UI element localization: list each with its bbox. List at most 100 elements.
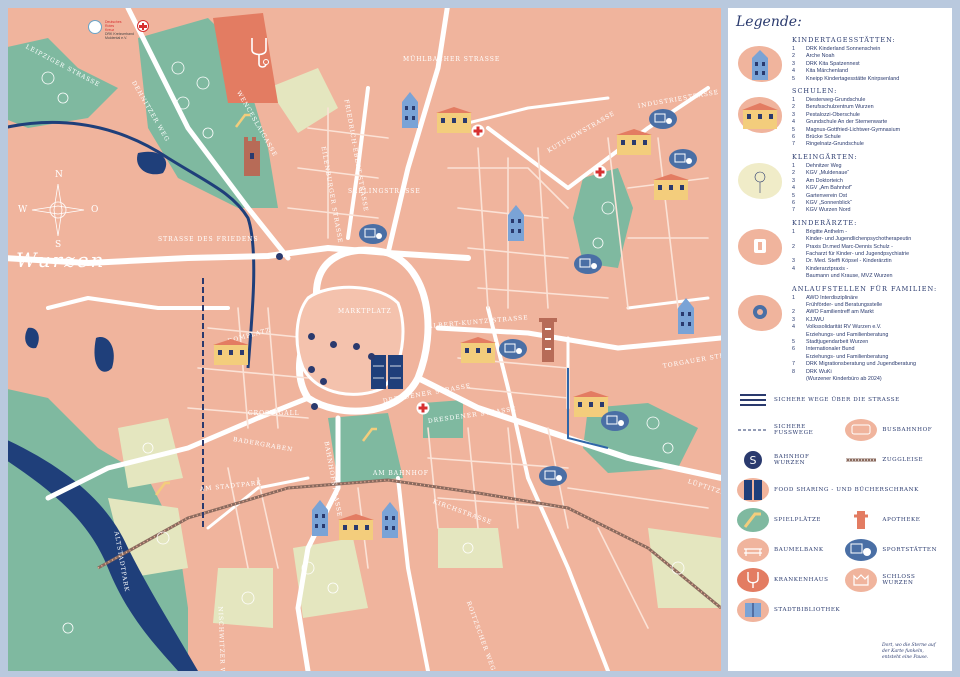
- location-dot[interactable]: [353, 343, 360, 350]
- slide-icon[interactable]: [153, 478, 173, 498]
- garden-area: [438, 528, 503, 568]
- legend-row: 3 KJJWU: [792, 316, 824, 323]
- school-marker[interactable]: [213, 338, 249, 366]
- red-cross-icon[interactable]: [593, 165, 607, 179]
- svg-text:S: S: [750, 454, 757, 467]
- section-heading: Kinderärzte:: [792, 218, 858, 227]
- school-marker[interactable]: [338, 513, 374, 541]
- legend-row: Erziehungs- und Familienberatung: [806, 353, 889, 360]
- slide-icon[interactable]: [233, 110, 253, 130]
- legend-row: 2 Berufsschulzentrum Wurzen: [792, 104, 874, 111]
- kita-marker[interactable]: [400, 90, 420, 130]
- kita-marker[interactable]: [506, 203, 526, 243]
- legend-row: 3 DRK Kita Spatzennest: [792, 60, 860, 67]
- bench-icon: [737, 538, 769, 563]
- legend-row: 4 Volkssolidarität RV Wurzen e.V.: [792, 324, 882, 331]
- section-heading: Kindertagesstätten:: [792, 36, 896, 44]
- pond: [25, 327, 39, 349]
- section-heading: Anlaufstellen für Familien:: [792, 284, 938, 293]
- footpath-icon: [738, 429, 768, 431]
- legend-row: 1 DRK Kinderland Sonnenschein: [792, 46, 881, 52]
- sports-icon: [845, 539, 878, 562]
- legend-symbol: Baumelbank: [736, 537, 840, 563]
- legend-row: Erziehungs- und Familienberatung: [806, 331, 889, 338]
- legend-row: 4 KGV „Am Bahnhof“: [792, 185, 853, 192]
- legend-row: 4 Kita Märchenland: [792, 68, 848, 75]
- legend-row: 8 DRK WuKi: [792, 368, 832, 375]
- red-cross-icon[interactable]: [471, 124, 485, 138]
- kita-legend-icon: [738, 46, 782, 82]
- slide-icon[interactable]: [360, 424, 380, 444]
- legend-symbol: Sportstätten: [844, 537, 944, 563]
- school-marker[interactable]: [436, 106, 472, 134]
- location-dot[interactable]: [320, 378, 327, 385]
- legend-symbol: Sichere Fusswege: [736, 417, 840, 443]
- legend-symbol: Stadtbibliothek: [736, 597, 840, 623]
- legend-row: 2 AWO Familientreff am Markt: [792, 309, 874, 316]
- red-cross-icon[interactable]: [416, 401, 430, 415]
- location-dot[interactable]: [311, 403, 318, 410]
- slide-icon: [737, 508, 769, 533]
- location-dot[interactable]: [276, 253, 283, 260]
- sports-marker[interactable]: [573, 253, 603, 275]
- legend-row: 2 Praxis Dr.med Marc-Dennis Schulz -: [792, 243, 893, 250]
- family-service-legend-icon: [738, 294, 782, 331]
- legend-row: 6 Brücke Schule: [792, 134, 841, 141]
- street-label: Marktplatz: [338, 308, 392, 315]
- kita-marker[interactable]: [380, 500, 400, 540]
- pond: [94, 337, 114, 372]
- kita-marker[interactable]: [310, 498, 330, 538]
- legend-row: 2 KGV „Muldenaue“: [792, 170, 850, 177]
- legend-row: Facharzt für Kinder- und Jugendpsychiatr…: [806, 250, 910, 257]
- location-dot[interactable]: [308, 366, 315, 373]
- castle-icon[interactable]: [240, 133, 264, 177]
- street-label: Mühlbacher Strasse: [403, 56, 501, 63]
- sports-marker[interactable]: [600, 410, 630, 432]
- stethoscope-icon: [737, 568, 769, 593]
- school-marker[interactable]: [653, 173, 689, 201]
- compass-west: W: [18, 205, 28, 215]
- kita-marker[interactable]: [676, 296, 696, 336]
- town-name: Wurzen: [16, 248, 106, 272]
- legend-row: 5 Gartenverein Ost: [792, 192, 848, 199]
- legend-row: 7 Ringelnatz-Grundschule: [792, 141, 864, 148]
- map-canvas: [8, 8, 721, 671]
- legend-row: (Wurzener Kinderbüro ab 2024): [806, 376, 882, 383]
- legend-row: Baumann und Krause, MVZ Wurzen: [806, 273, 893, 280]
- city-map[interactable]: Wurzen N S W O Deutsches Rotes Kreuz DRK…: [8, 8, 721, 671]
- tower-icon[interactable]: [536, 314, 560, 364]
- location-dot[interactable]: [308, 333, 315, 340]
- sports-marker[interactable]: [538, 465, 568, 487]
- bookcase-icon[interactable]: [370, 354, 404, 390]
- legend-row: 5 Kneipp Kindertagesstätte Knirpsenland: [792, 75, 900, 82]
- school-marker[interactable]: [616, 128, 652, 156]
- bookcase-icon: [737, 478, 769, 503]
- legend-symbol: Zuggleise: [844, 447, 944, 473]
- legend-row: 5 Magnus-Gottfried-Lichtwer-Gymnasium: [792, 126, 901, 133]
- family-logo-icon: [88, 20, 102, 34]
- legend-row: 6 Internationaler Bund: [792, 346, 855, 353]
- sports-marker[interactable]: [668, 148, 698, 170]
- legend-row: Frühförder- und Beratungsstelle: [806, 301, 883, 308]
- compass-north: N: [55, 170, 63, 180]
- location-dot[interactable]: [368, 353, 375, 360]
- stethoscope-icon[interactable]: [248, 36, 270, 70]
- garden-area: [648, 528, 721, 608]
- legend-row: 3 Dr. Med. Steffi Köpsel - Kinderärztin: [792, 258, 892, 265]
- sports-marker[interactable]: [648, 108, 678, 130]
- sports-marker[interactable]: [358, 223, 388, 245]
- red-cross-icon: [136, 20, 149, 32]
- legend-symbol: Sichere Wege über die Strasse: [736, 387, 944, 413]
- legend-row: 6 KGV „Sonnenblick“: [792, 199, 852, 206]
- train-station-icon: S: [744, 451, 762, 470]
- legend-row: 1 AWO Interdisziplinäre: [792, 294, 858, 301]
- legend-row: 4 Kinderarztpraxis -: [792, 265, 849, 272]
- logo-block: Deutsches Rotes Kreuz DRK Kreisverband M…: [88, 20, 149, 40]
- legend-symbol: S Bahnhof Wurzen: [736, 447, 840, 473]
- sports-marker[interactable]: [498, 338, 528, 360]
- location-dot[interactable]: [330, 341, 337, 348]
- legend-row: 2 Arche Noah: [792, 53, 835, 60]
- compass-east: O: [91, 205, 99, 215]
- legend-panel: Legende: Kindertagesstätten: 1 DRK Kinder…: [728, 8, 952, 671]
- school-marker[interactable]: [460, 336, 496, 364]
